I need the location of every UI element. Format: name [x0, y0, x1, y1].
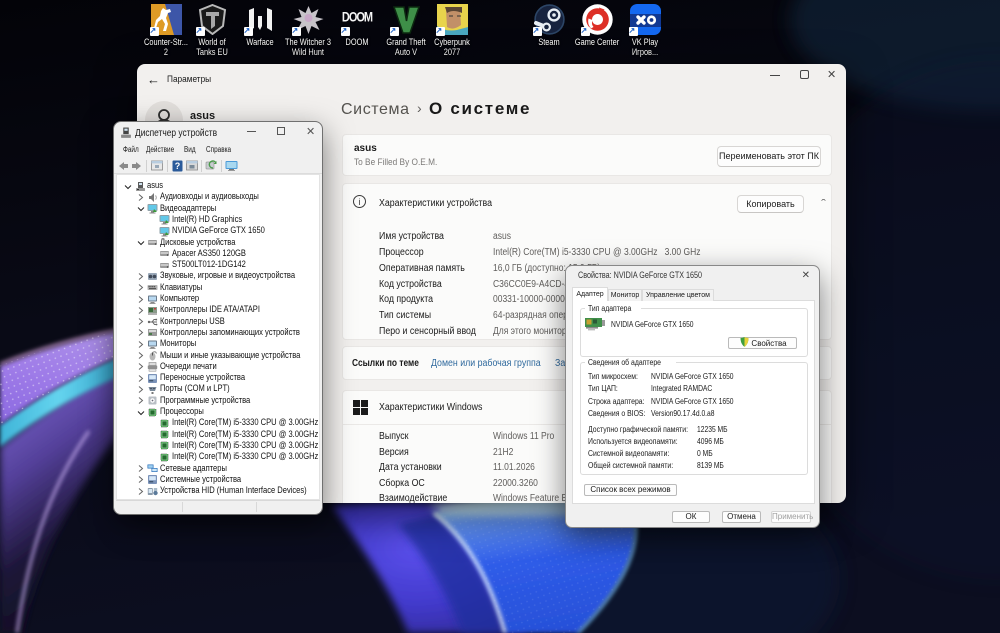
svg-text:?: ? — [175, 161, 181, 171]
